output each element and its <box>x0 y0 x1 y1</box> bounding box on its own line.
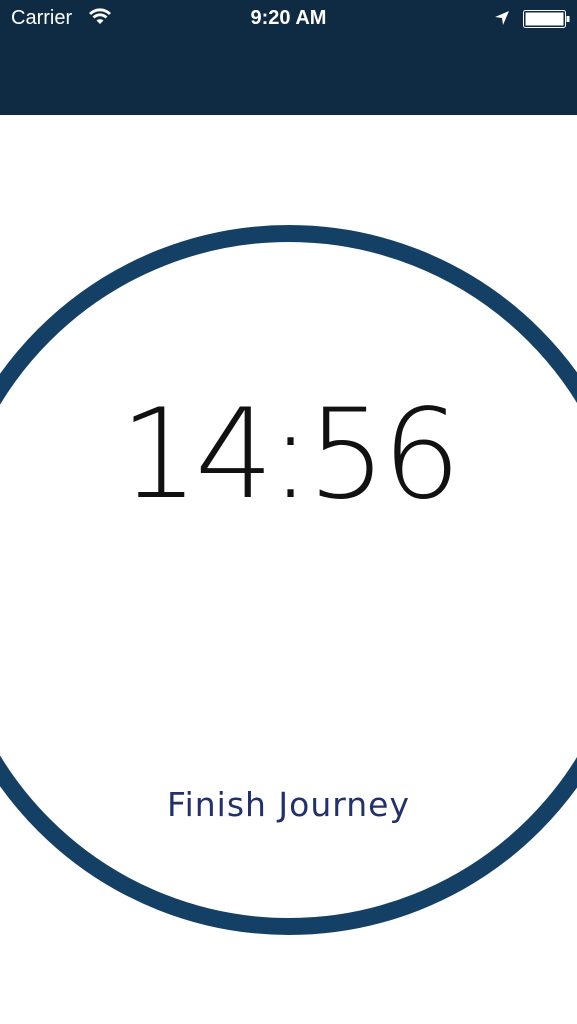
status-time: 9:20 AM <box>250 7 327 29</box>
finish-journey-button[interactable]: Finish Journey <box>0 785 577 825</box>
location-arrow-icon <box>495 11 509 25</box>
app-screen: Carrier 9:20 AM 14:56 Finish Journey <box>0 0 577 1024</box>
status-bar: Carrier 9:20 AM <box>0 0 577 38</box>
timer-ring <box>0 225 577 935</box>
battery-icon <box>523 10 570 28</box>
main-content <box>0 115 577 1024</box>
journey-timer: 14:56 <box>119 383 461 527</box>
